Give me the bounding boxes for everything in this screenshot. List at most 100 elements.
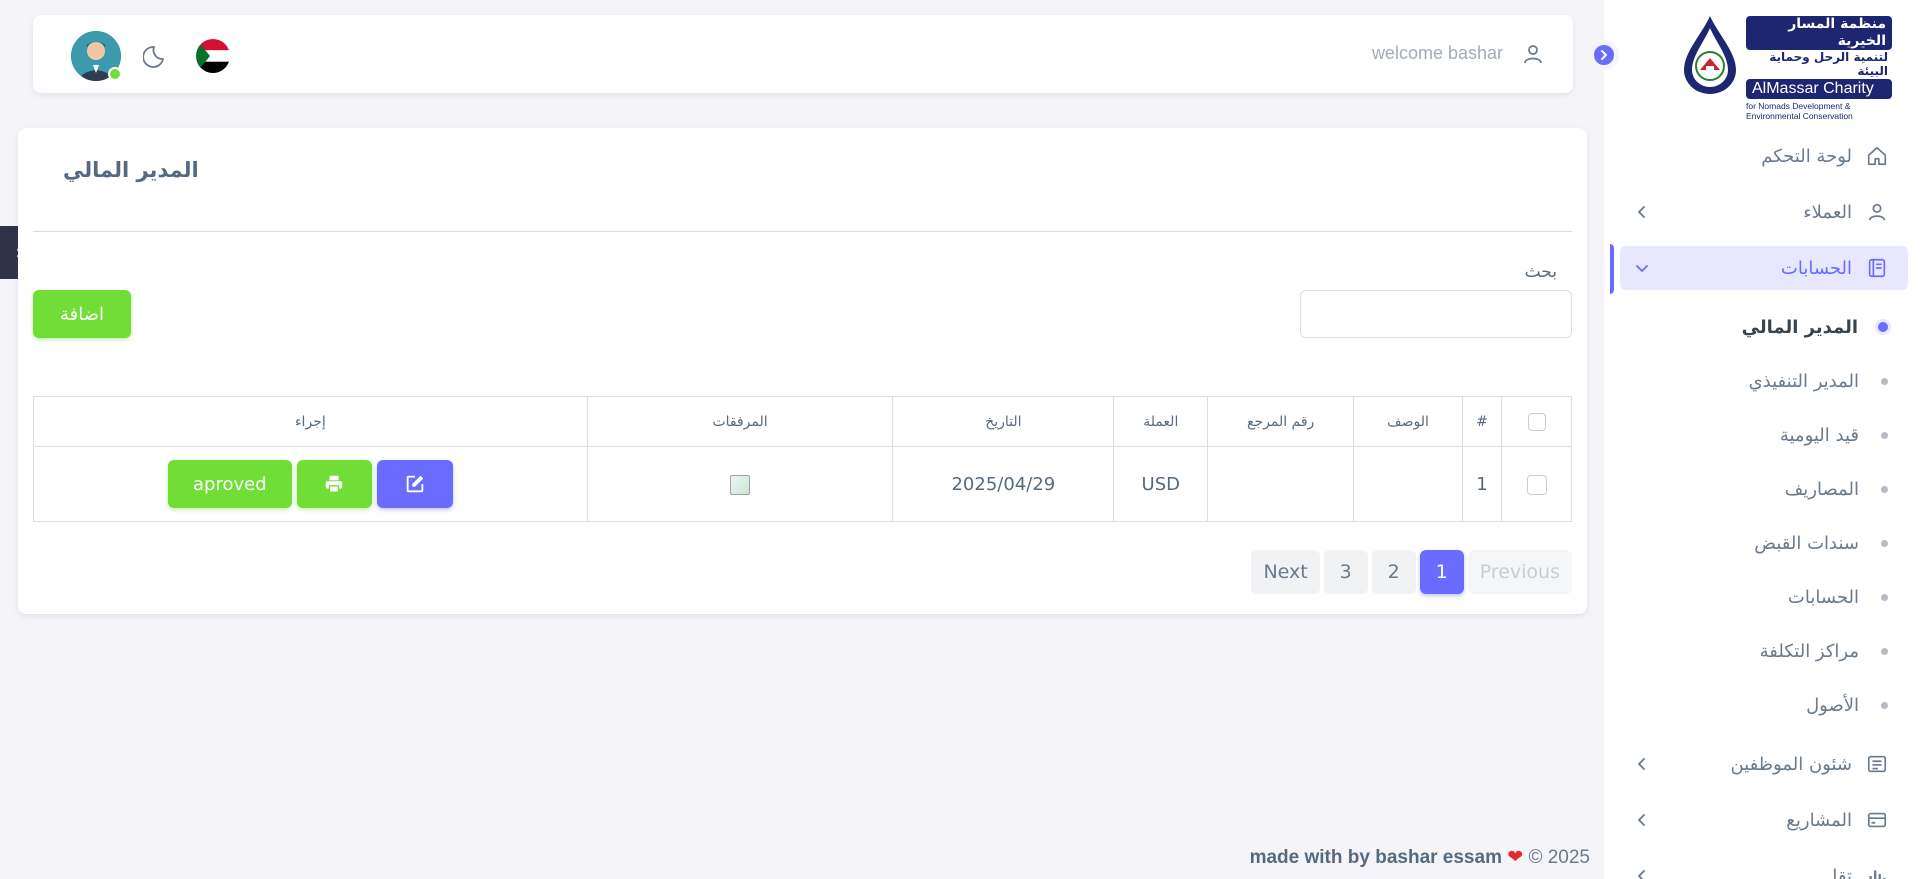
bullet-dot	[1881, 539, 1888, 547]
sidebar-item-label: شئون الموظفين	[1730, 753, 1852, 775]
table-row: aproved 2025/04/29 USD 1	[33, 446, 1572, 522]
col-header-select	[1501, 396, 1572, 447]
col-header-attachments: المرفقات	[586, 396, 894, 447]
add-button[interactable]: اضافة	[33, 290, 131, 338]
sidebar: منظمة المسار الخيرية لتنمية الرحل وحماية…	[1589, 0, 1920, 879]
top-navbar: welcome bashar	[33, 15, 1573, 93]
pagination-page-2[interactable]: 2	[1371, 550, 1416, 594]
chevron-left-icon	[1637, 758, 1645, 770]
col-header-description: الوصف	[1353, 396, 1464, 447]
sidebar-item-employees[interactable]: شئون الموظفين	[1620, 742, 1908, 786]
brand-logo[interactable]: منظمة المسار الخيرية لتنمية الرحل وحماية…	[1680, 14, 1892, 121]
sidebar-item-reports[interactable]: تقا	[1620, 854, 1908, 879]
chevron-right-icon	[1601, 50, 1607, 60]
col-header-reference: رقم المرجع	[1207, 396, 1355, 447]
document-icon	[1866, 753, 1888, 775]
sidebar-item-label: لوحة التحكم	[1761, 145, 1852, 167]
submenu-item-expenses[interactable]: المصاريف	[1620, 462, 1908, 516]
submenu-item-journal-entry[interactable]: قيد اليومية	[1620, 408, 1908, 462]
footer-copyright: © 2025	[1528, 847, 1590, 868]
page-title: المدير المالي	[63, 158, 199, 182]
sidebar-item-clients[interactable]: العملاء	[1620, 190, 1908, 234]
cell-attachments	[586, 446, 894, 522]
chevron-left-icon	[1637, 814, 1645, 826]
online-status-indicator	[108, 67, 122, 81]
submenu-item-label: المدير المالي	[1741, 316, 1858, 338]
submenu-item-label: الأصول	[1806, 694, 1859, 716]
pagination-page-3[interactable]: 3	[1323, 550, 1368, 594]
submenu-item-accounts[interactable]: الحسابات	[1620, 570, 1908, 624]
submenu-item-label: الحسابات	[1787, 586, 1859, 608]
welcome-text: welcome bashar	[1371, 43, 1503, 63]
pagination-page-1[interactable]: 1	[1419, 550, 1464, 594]
logo-arabic-tagline: لتنمية الرحل وحماية البيئة	[1746, 50, 1892, 78]
pagination-previous[interactable]: Previous	[1467, 550, 1572, 594]
bullet-dot	[1881, 377, 1888, 385]
footer-made-with: made with	[1249, 847, 1343, 868]
select-all-checkbox[interactable]	[1527, 412, 1546, 431]
attachment-image-icon[interactable]	[730, 474, 751, 495]
cell-description	[1353, 446, 1464, 522]
logo-drop-icon	[1684, 16, 1736, 94]
submenu-item-financial-manager[interactable]: المدير المالي	[1620, 300, 1908, 354]
col-header-date: التاريخ	[892, 396, 1115, 447]
submenu-item-label: قيد اليومية	[1779, 424, 1859, 446]
col-header-action: إجراء	[33, 396, 588, 447]
submenu-item-label: المدير التنفيذي	[1748, 370, 1859, 392]
bullet-dot	[1881, 593, 1888, 601]
logo-english-sub2: Environmental Conservation	[1746, 111, 1853, 121]
logo-arabic-name: منظمة المسار الخيرية	[1746, 16, 1892, 50]
chart-icon	[1866, 865, 1888, 879]
cell-currency: USD	[1113, 446, 1209, 522]
sidebar-item-projects[interactable]: المشاريع	[1620, 798, 1908, 842]
logo-text: منظمة المسار الخيرية لتنمية الرحل وحماية…	[1746, 16, 1892, 121]
submenu-item-label: المصاريف	[1784, 478, 1859, 500]
home-icon	[1866, 145, 1888, 167]
accounts-submenu: المدير المالي المدير التنفيذي قيد اليومي…	[1620, 300, 1908, 732]
submenu-item-assets[interactable]: الأصول	[1620, 678, 1908, 732]
print-button[interactable]	[296, 460, 372, 508]
sidebar-item-dashboard[interactable]: لوحة التحكم	[1620, 134, 1908, 178]
book-icon	[1866, 257, 1888, 279]
edit-icon	[406, 475, 424, 493]
records-table: إجراء المرفقات التاريخ العملة رقم المرجع…	[33, 396, 1572, 522]
cell-select	[1501, 446, 1572, 522]
user-icon[interactable]	[1521, 42, 1545, 66]
main-card: المدير المالي اضافة بحث إجراء المرفقات ا…	[18, 128, 1587, 614]
bullet-dot	[1881, 647, 1888, 655]
sudan-flag-icon[interactable]	[196, 39, 230, 73]
search-input[interactable]	[1300, 290, 1572, 338]
col-header-currency: العملة	[1113, 396, 1209, 447]
sidebar-item-accounts[interactable]: الحسابات	[1620, 246, 1908, 290]
sidebar-item-label: الحسابات	[1780, 257, 1852, 279]
submenu-item-cost-centers[interactable]: مراكز التكلفة	[1620, 624, 1908, 678]
user-icon	[1866, 201, 1888, 223]
approved-button[interactable]: aproved	[167, 460, 292, 508]
sidebar-collapse-button[interactable]	[1589, 40, 1619, 70]
bullet-dot	[1881, 485, 1888, 493]
moon-icon[interactable]	[143, 41, 171, 69]
bullet-dot	[1881, 431, 1888, 439]
heart-icon: ❤	[1507, 847, 1524, 868]
table-header-row: إجراء المرفقات التاريخ العملة رقم المرجع…	[33, 396, 1572, 447]
edit-button[interactable]	[376, 460, 453, 508]
logo-english-sub1: for Nomads Development &	[1746, 101, 1851, 111]
submenu-item-executive-manager[interactable]: المدير التنفيذي	[1620, 354, 1908, 408]
bullet-dot	[1881, 701, 1888, 709]
col-header-number: #	[1462, 396, 1502, 447]
divider	[33, 231, 1572, 232]
pagination: Next 3 2 1 Previous	[1251, 550, 1572, 594]
footer: made with by bashar essam ❤ © 2025	[1250, 846, 1590, 869]
active-indicator	[1610, 244, 1614, 294]
sidebar-item-label: المشاريع	[1786, 809, 1852, 831]
cell-date: 2025/04/29	[892, 446, 1115, 522]
pagination-next[interactable]: Next	[1251, 550, 1320, 594]
logo-english-name: AlMassar Charity	[1746, 79, 1892, 99]
chevron-down-icon	[1636, 265, 1648, 273]
sidebar-item-label: تقا	[1832, 865, 1852, 879]
chevron-left-icon	[1637, 206, 1645, 218]
chevron-left-icon	[1637, 870, 1645, 879]
row-checkbox[interactable]	[1526, 474, 1547, 495]
submenu-item-receipts[interactable]: سندات القبض	[1620, 516, 1908, 570]
cell-reference	[1207, 446, 1355, 522]
